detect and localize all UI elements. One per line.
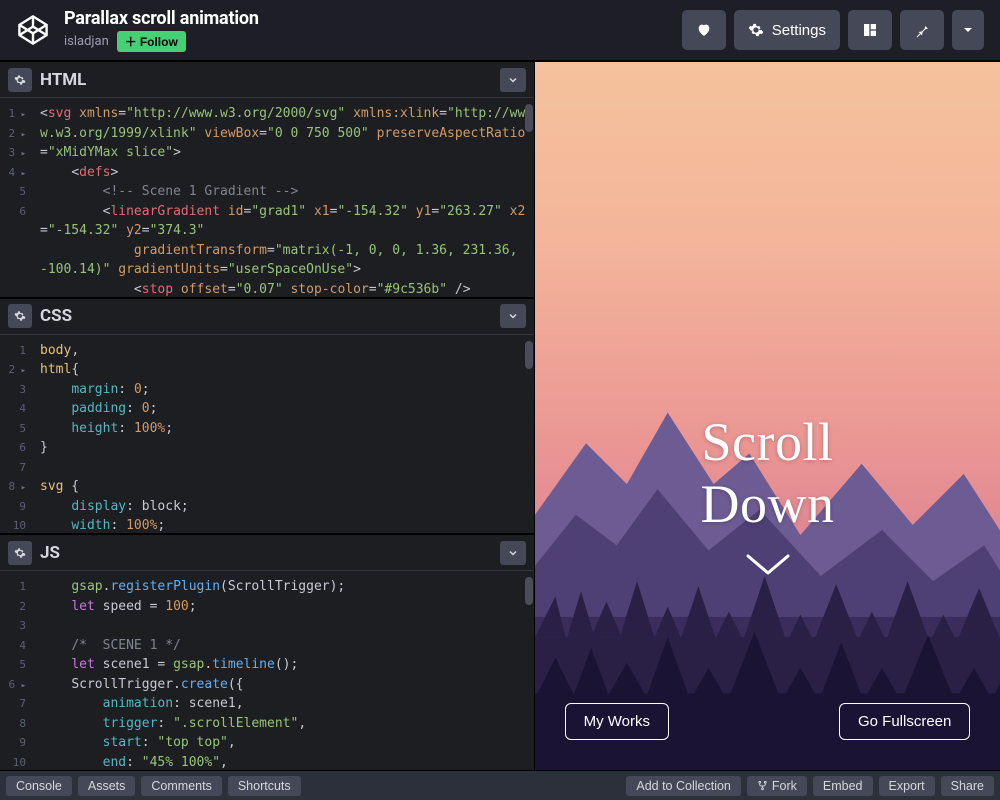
add-to-collection-button[interactable]: Add to Collection: [626, 776, 741, 796]
plus-icon: ＋: [125, 33, 137, 50]
chevron-down-icon: [507, 547, 519, 559]
my-works-button[interactable]: My Works: [565, 703, 669, 740]
title-block: Parallax scroll animation isladjan ＋Foll…: [64, 8, 259, 52]
css-panel-menu[interactable]: [500, 304, 526, 328]
chevron-down-icon: [743, 551, 793, 581]
follow-button[interactable]: ＋Follow: [117, 31, 186, 52]
css-code-editor[interactable]: 12345678910 body,html{ margin: 0; paddin…: [0, 335, 534, 534]
gear-icon: [14, 74, 26, 86]
html-settings-button[interactable]: [8, 68, 32, 92]
html-panel-title: HTML: [40, 70, 86, 90]
gear-icon: [14, 547, 26, 559]
css-settings-button[interactable]: [8, 304, 32, 328]
fork-icon: [757, 780, 768, 791]
console-button[interactable]: Console: [6, 776, 72, 796]
export-button[interactable]: Export: [879, 776, 935, 796]
chevron-down-icon: [507, 310, 519, 322]
js-settings-button[interactable]: [8, 541, 32, 565]
shortcuts-button[interactable]: Shortcuts: [228, 776, 301, 796]
author-link[interactable]: isladjan: [64, 34, 109, 49]
js-panel-menu[interactable]: [500, 541, 526, 565]
js-panel-title: JS: [40, 543, 60, 563]
assets-button[interactable]: Assets: [78, 776, 136, 796]
js-panel: JS 12345678910 gsap.registerPlugin(Scrol…: [0, 535, 534, 770]
html-source: <svg xmlns="http://www.w3.org/2000/svg" …: [32, 98, 534, 297]
html-panel: HTML 123456 <svg xmlns="http://www.w3.or…: [0, 62, 534, 299]
share-button[interactable]: Share: [941, 776, 994, 796]
fork-button[interactable]: Fork: [747, 776, 807, 796]
preview-buttons: My Works Go Fullscreen: [535, 703, 1000, 740]
heart-button[interactable]: [682, 10, 726, 50]
topbar: Parallax scroll animation isladjan ＋Foll…: [0, 0, 1000, 62]
html-panel-menu[interactable]: [500, 68, 526, 92]
go-fullscreen-button[interactable]: Go Fullscreen: [839, 703, 970, 740]
layout-icon: [862, 22, 878, 38]
js-source: gsap.registerPlugin(ScrollTrigger); let …: [32, 571, 534, 770]
embed-button[interactable]: Embed: [813, 776, 873, 796]
line-gutter: 123456: [0, 98, 32, 297]
scrollbar-thumb[interactable]: [525, 577, 533, 605]
line-gutter: 12345678910: [0, 335, 32, 534]
pen-title: Parallax scroll animation: [64, 8, 259, 29]
bottombar: Console Assets Comments Shortcuts Add to…: [0, 770, 1000, 800]
scrollbar-thumb[interactable]: [525, 104, 533, 132]
preview-pane: Scroll Down My Works Go Fullscreen: [535, 62, 1000, 770]
scrollbar-thumb[interactable]: [525, 341, 533, 369]
gear-icon: [748, 22, 764, 38]
css-panel-header: CSS: [0, 299, 534, 335]
heart-icon: [696, 22, 712, 38]
main: HTML 123456 <svg xmlns="http://www.w3.or…: [0, 62, 1000, 770]
layout-button[interactable]: [848, 10, 892, 50]
gear-icon: [14, 310, 26, 322]
comments-button[interactable]: Comments: [141, 776, 221, 796]
settings-button[interactable]: Settings: [734, 10, 840, 50]
css-panel-title: CSS: [40, 306, 72, 326]
topbar-actions: Settings: [682, 10, 984, 50]
editors-column: HTML 123456 <svg xmlns="http://www.w3.or…: [0, 62, 535, 770]
pin-button[interactable]: [900, 10, 944, 50]
html-panel-header: HTML: [0, 62, 534, 98]
chevron-down-icon: [507, 74, 519, 86]
html-code-editor[interactable]: 123456 <svg xmlns="http://www.w3.org/200…: [0, 98, 534, 297]
js-code-editor[interactable]: 12345678910 gsap.registerPlugin(ScrollTr…: [0, 571, 534, 770]
css-panel: CSS 12345678910 body,html{ margin: 0; pa…: [0, 299, 534, 536]
chevron-down-icon: [960, 22, 976, 38]
more-button[interactable]: [952, 10, 984, 50]
scroll-headline: Scroll Down: [651, 411, 884, 535]
line-gutter: 12345678910: [0, 571, 32, 770]
js-panel-header: JS: [0, 535, 534, 571]
pin-icon: [914, 22, 930, 38]
codepen-logo-icon[interactable]: [16, 13, 50, 47]
css-source: body,html{ margin: 0; padding: 0; height…: [32, 335, 534, 534]
